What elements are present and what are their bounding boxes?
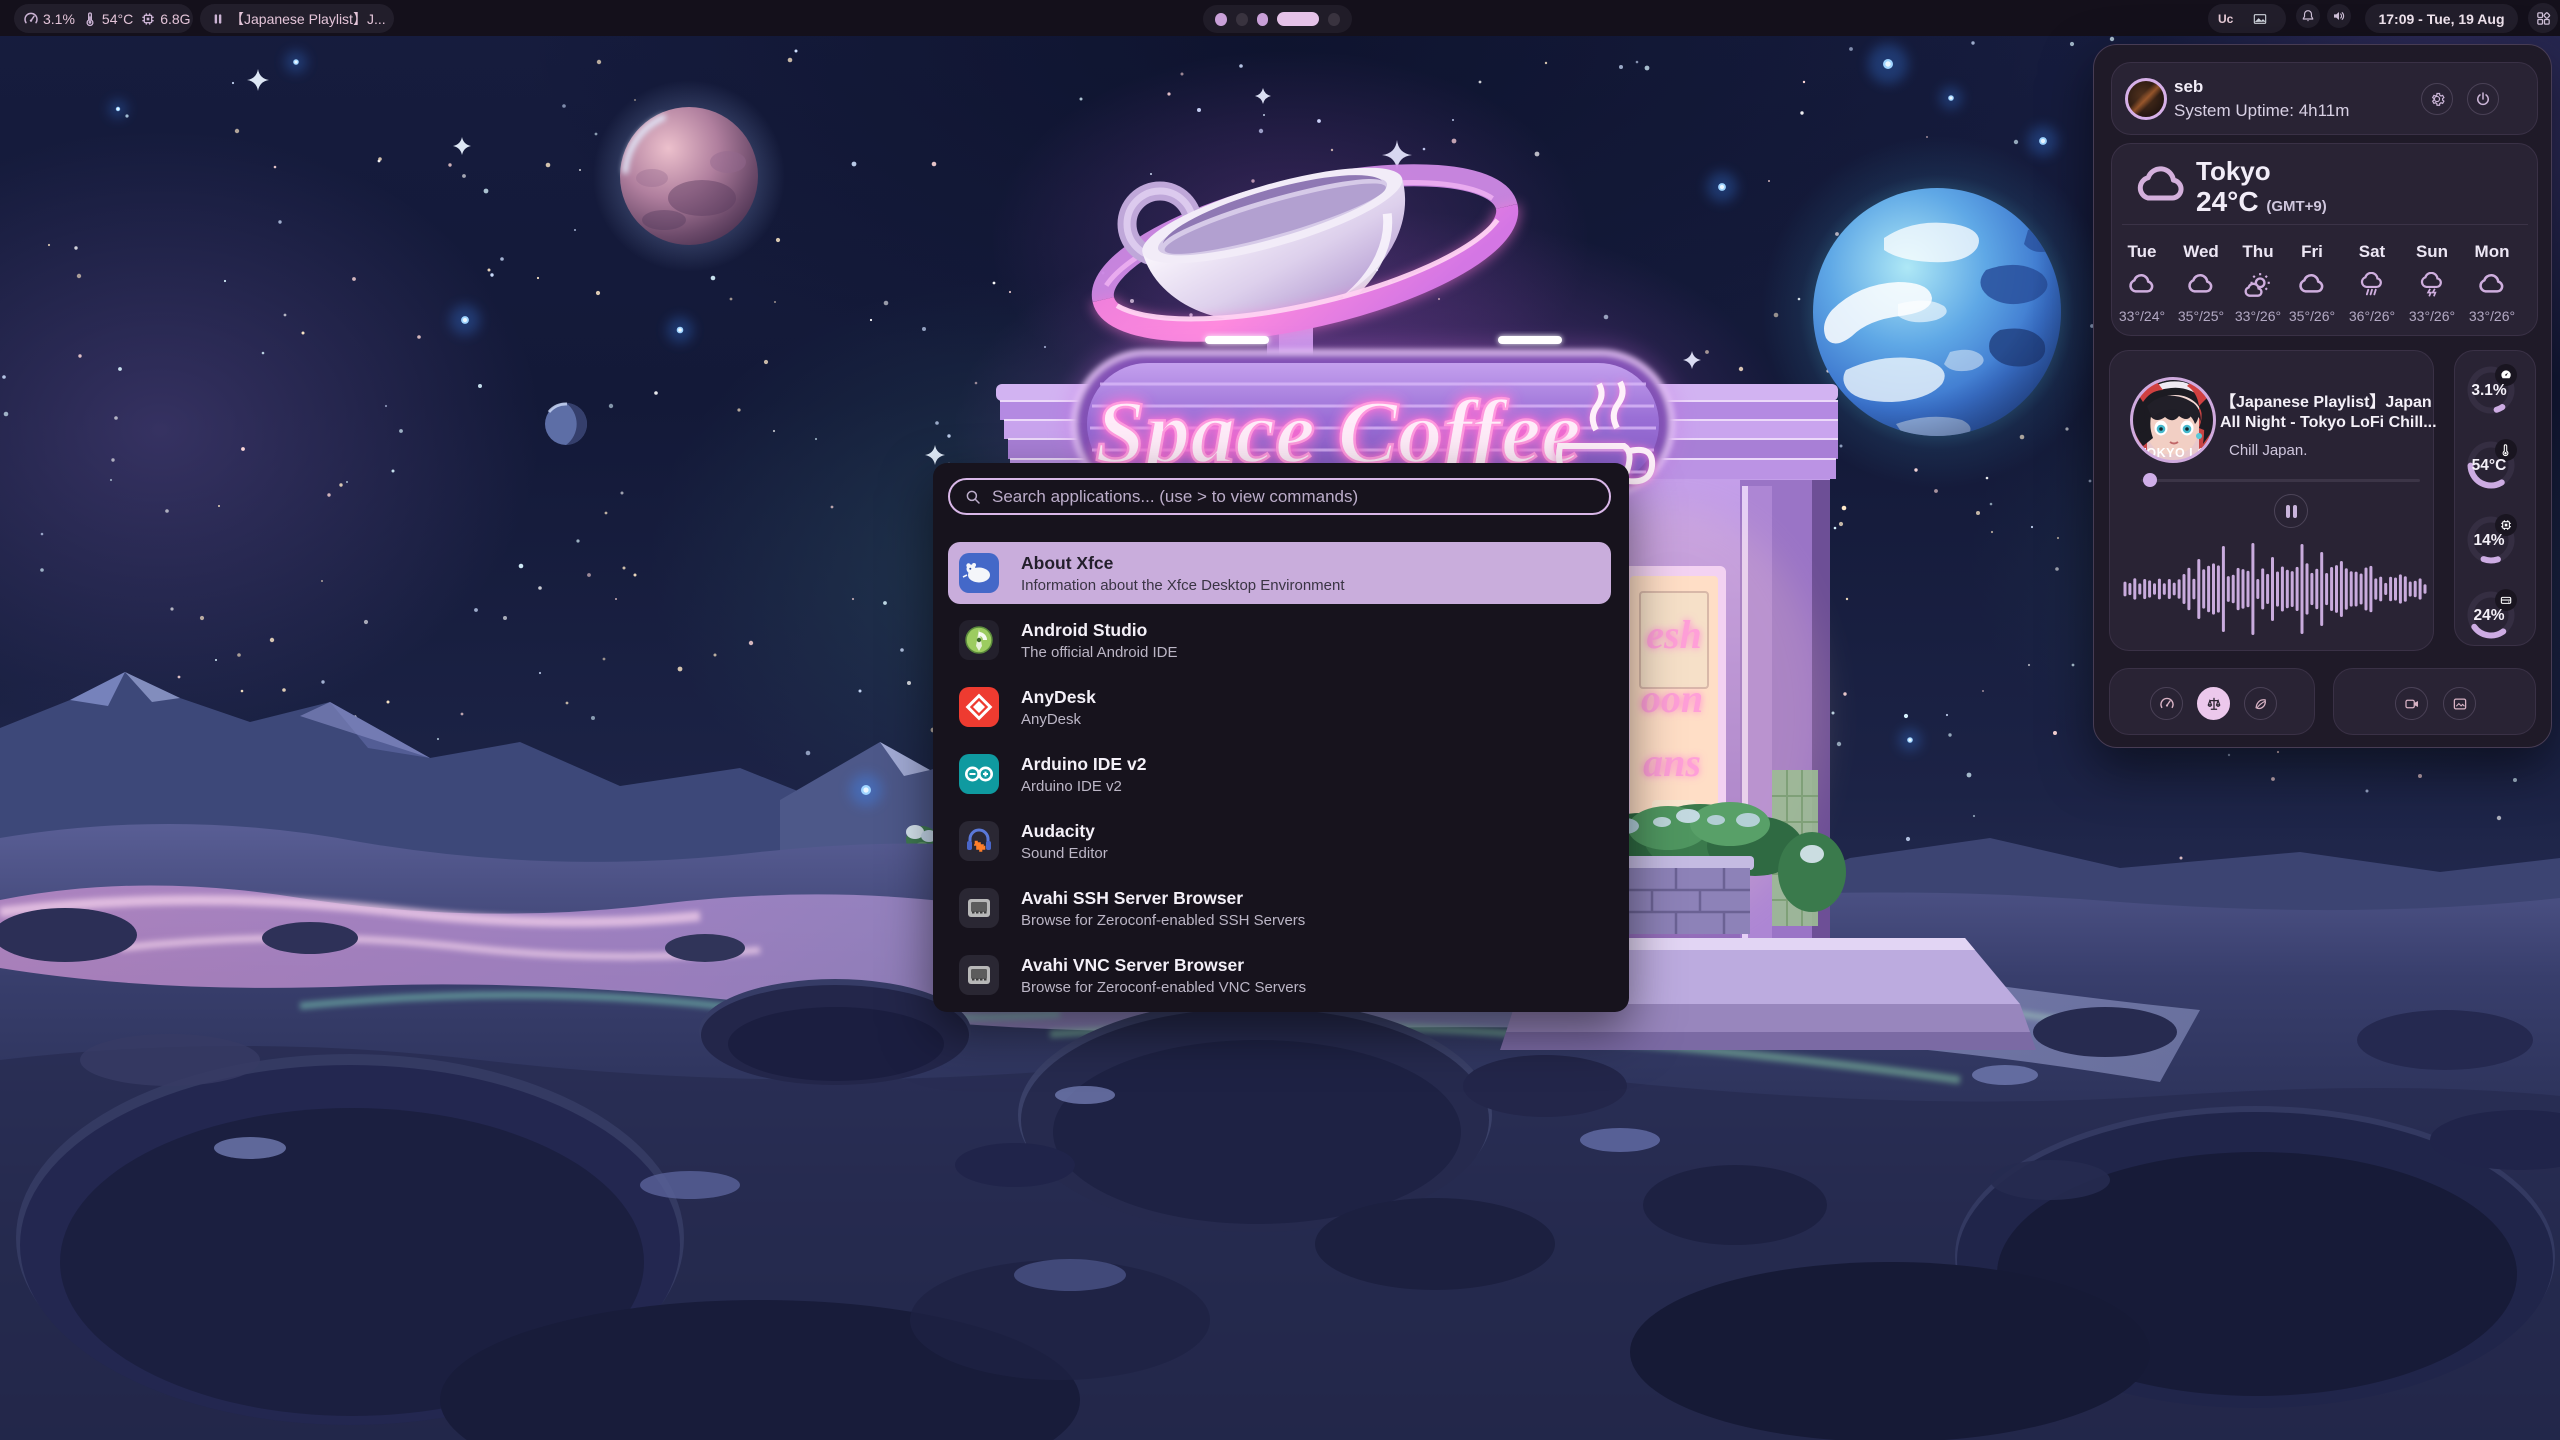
svg-text:esh: esh xyxy=(1646,612,1702,657)
svg-text:24%: 24% xyxy=(2473,607,2504,624)
svg-text:54°C: 54°C xyxy=(2472,457,2507,474)
svg-text:ans: ans xyxy=(1643,740,1701,785)
svg-text:oon: oon xyxy=(1641,676,1703,721)
svg-text:3.1%: 3.1% xyxy=(2471,382,2507,399)
svg-text:14%: 14% xyxy=(2473,532,2504,549)
